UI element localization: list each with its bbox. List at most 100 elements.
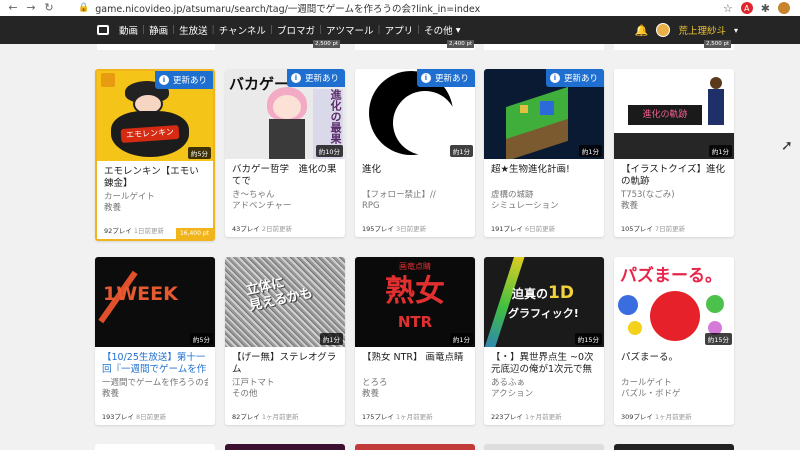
creator-name[interactable]: 江戸トマト	[232, 378, 338, 389]
game-title[interactable]: 【・】異世界点生 ~0次元底辺の俺が1次元で無双な	[491, 352, 597, 376]
extension-icon[interactable]: A	[740, 2, 753, 14]
game-title[interactable]: 進化	[362, 164, 468, 188]
thumbnail-title: パズまーる。	[620, 266, 722, 286]
game-thumbnail[interactable]: i 更新あり 約1分	[484, 69, 604, 159]
creator-name[interactable]: カールゲイト	[621, 378, 727, 389]
game-thumbnail[interactable]: i 更新あり 約1分	[355, 69, 475, 159]
nav-item-live[interactable]: 生放送	[175, 23, 212, 37]
reload-icon[interactable]: ↻	[40, 1, 58, 15]
back-icon[interactable]: ←	[4, 1, 22, 15]
game-title[interactable]: 【げー無】ステレオグラム	[232, 352, 338, 376]
user-avatar[interactable]	[656, 23, 671, 37]
game-thumbnail[interactable]: 迫真の1D グラフィック! 約15分	[484, 257, 604, 347]
card-body: 【げー無】ステレオグラム 江戸トマト その他 82プレイ 1ヶ月前更新	[225, 347, 345, 425]
thumbnail-subtitle: NTR	[397, 313, 433, 331]
browser-nav: ← → ↻	[0, 1, 78, 15]
bookmark-star-icon[interactable]: ☆	[723, 2, 733, 15]
game-card[interactable]: 1WEEK 約5分 【10/25生放送】第十一回『一週間でゲームを作 一週間でゲ…	[95, 257, 215, 425]
thumbnail-highlight: 1D	[548, 283, 574, 303]
game-thumbnail[interactable]: 立体に 見えるかも 約1分	[225, 257, 345, 347]
game-thumbnail[interactable]: パズまーる。 約15分	[614, 257, 734, 347]
updated-time: 1ヶ月前更新	[655, 413, 692, 421]
niconico-tv-icon[interactable]	[97, 25, 109, 35]
nav-item-seiga[interactable]: 静画	[145, 23, 172, 37]
game-thumbnail[interactable]: 画竜点睛 熟女 NTR 約1分	[355, 257, 475, 347]
game-thumbnail[interactable]: エモレンキン i 更新あり 約5分	[97, 71, 213, 161]
creator-name[interactable]: 虚構の城跡	[491, 190, 597, 201]
game-thumbnail[interactable]: バカゲー 進化の最果 i 更新あり 約10分	[225, 69, 345, 159]
character-head	[710, 77, 722, 89]
game-title[interactable]: 【熟女 NTR】 画竜点睛	[362, 352, 468, 376]
url-text[interactable]: game.nicovideo.jp/atsumaru/search/tag/一週…	[95, 1, 480, 15]
chevron-down-icon[interactable]: ▾	[734, 26, 738, 35]
creator-name[interactable]: 【フォロー禁止】//	[362, 190, 468, 201]
updated-time: 3日前更新	[396, 225, 427, 233]
game-title[interactable]: 【10/25生放送】第十一回『一週間でゲームを作	[102, 352, 208, 376]
game-card[interactable]: 進化の軌跡 約1分 【イラストクイズ】進化の軌跡 T753(なごみ) 教養 10…	[614, 69, 734, 237]
card-body: 進化 【フォロー禁止】// RPG 195プレイ 3日前更新	[355, 159, 475, 237]
updated-time: 6日前更新	[525, 225, 556, 233]
card-body: 【イラストクイズ】進化の軌跡 T753(なごみ) 教養 105プレイ 7日前更新	[614, 159, 734, 237]
genre-label: 教養	[362, 389, 380, 399]
yellow-blob	[628, 321, 642, 335]
points-badge: 2,500 pt	[704, 40, 732, 48]
address-bar[interactable]: 🔒 game.nicovideo.jp/atsumaru/search/tag/…	[78, 1, 723, 15]
nav-item-channel[interactable]: チャンネル	[215, 23, 270, 37]
bell-icon[interactable]: 🔔	[635, 24, 649, 37]
thumbnail-white-circle	[393, 91, 457, 155]
play-count: 195プレイ	[362, 225, 394, 233]
info-icon: i	[549, 73, 560, 83]
game-card[interactable]: 迫真の1D グラフィック! 約15分 【・】異世界点生 ~0次元底辺の俺が1次元…	[484, 257, 604, 425]
creator-name[interactable]: 一週間でゲームを作ろうの会	[102, 378, 208, 389]
card-body: バカゲー哲学 進化の果てで き〜ちゃん アドベンチャー 43プレイ 2日前更新	[225, 159, 345, 237]
info-icon: i	[158, 75, 169, 85]
update-badge: i 更新あり	[545, 69, 604, 87]
user-name[interactable]: 荒上理紗斗	[678, 23, 726, 37]
partial-card	[484, 444, 604, 450]
creator-name[interactable]: とろろ	[362, 378, 468, 389]
duration-label: 約5分	[189, 333, 213, 345]
game-card[interactable]: i 更新あり 約1分 進化 【フォロー禁止】// RPG 195プレイ 3日前更新	[355, 69, 475, 237]
game-title[interactable]: 【イラストクイズ】進化の軌跡	[621, 164, 727, 188]
green-blob	[706, 295, 724, 313]
creator-name[interactable]: カールゲイト	[104, 192, 206, 203]
play-stats: 309プレイ 1ヶ月前更新	[621, 411, 692, 421]
game-title[interactable]: バカゲー哲学 進化の果てで	[232, 164, 338, 188]
creator-name[interactable]: あるふぁ	[491, 378, 597, 389]
nav-item-video[interactable]: 動画	[115, 23, 142, 37]
play-stats: 191プレイ 6日前更新	[491, 223, 555, 233]
game-card[interactable]: エモレンキン i 更新あり 約5分 エモレンキン【エモい錬金】 カールゲイト 教養…	[95, 69, 215, 241]
game-title[interactable]: 超★生物進化計画!	[491, 164, 597, 188]
thumbnail-title: 1WEEK	[103, 283, 178, 305]
game-card[interactable]: 画竜点睛 熟女 NTR 約1分 【熟女 NTR】 画竜点睛 とろろ 教養 175…	[355, 257, 475, 425]
partial-card	[225, 444, 345, 450]
play-stats: 43プレイ 2日前更新	[232, 223, 292, 233]
nav-item-more[interactable]: その他 ▾	[420, 23, 464, 38]
browser-toolbar: ← → ↻ 🔒 game.nicovideo.jp/atsumaru/searc…	[0, 0, 800, 16]
game-card[interactable]: バカゲー 進化の最果 i 更新あり 約10分 バカゲー哲学 進化の果てで き〜ちゃ…	[225, 69, 345, 237]
play-count: 191プレイ	[491, 225, 523, 233]
game-card[interactable]: i 更新あり 約1分 超★生物進化計画! 虚構の城跡 シミュレーション 191プレ…	[484, 69, 604, 237]
character-face	[273, 95, 301, 119]
game-title[interactable]: パズまーる。	[621, 352, 727, 376]
profile-avatar[interactable]	[778, 2, 790, 14]
game-title[interactable]: エモレンキン【エモい錬金】	[104, 166, 206, 190]
game-card[interactable]: パズまーる。 約15分 パズまーる。 カールゲイト パズル・ボドゲ 309プレイ…	[614, 257, 734, 425]
info-icon: i	[290, 73, 301, 83]
extensions-puzzle-icon[interactable]: ✱	[761, 2, 770, 15]
voxel-water	[540, 101, 554, 115]
genre-label: 教養	[621, 201, 639, 211]
nav-item-app[interactable]: アプリ	[381, 23, 418, 37]
nav-item-atsumaru[interactable]: アツマール	[322, 23, 378, 37]
partial-card	[95, 444, 215, 450]
thumbnail-title: 熟女	[385, 274, 445, 309]
game-thumbnail[interactable]: 進化の軌跡 約1分	[614, 69, 734, 159]
nav-item-blomaga[interactable]: ブロマガ	[273, 23, 319, 37]
game-card[interactable]: 立体に 見えるかも 約1分 【げー無】ステレオグラム 江戸トマト その他 82プ…	[225, 257, 345, 425]
creator-name[interactable]: き〜ちゃん	[232, 190, 338, 201]
forward-icon[interactable]: →	[22, 1, 40, 15]
play-count: 309プレイ	[621, 413, 653, 421]
play-count: 82プレイ	[232, 413, 260, 421]
creator-name[interactable]: T753(なごみ)	[621, 190, 727, 201]
game-thumbnail[interactable]: 1WEEK 約5分	[95, 257, 215, 347]
